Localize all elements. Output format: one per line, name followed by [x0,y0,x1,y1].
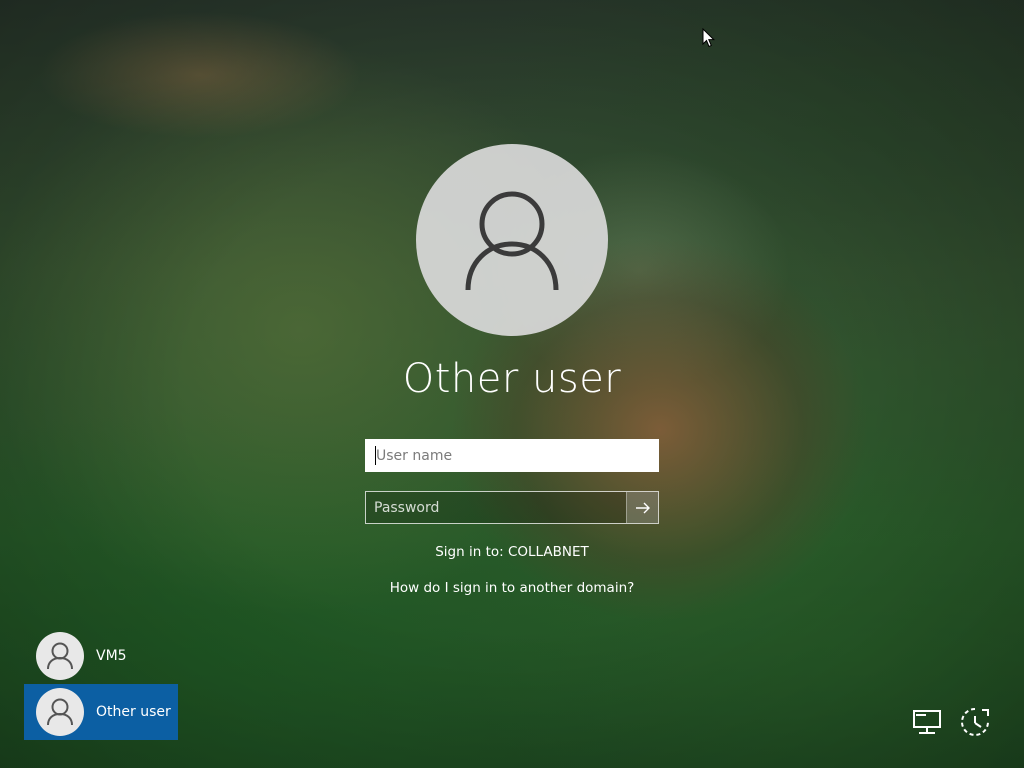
user-item-name: VM5 [96,648,127,664]
arrow-right-icon [635,502,650,513]
user-icon [47,698,73,726]
user-avatar-small [36,632,84,680]
password-input[interactable] [366,492,628,523]
user-avatar-small [36,688,84,736]
user-item-other-user[interactable]: Other user [24,684,178,740]
text-caret [375,446,376,465]
mouse-pointer-icon [702,27,716,48]
user-item-name: Other user [96,704,171,720]
user-icon [47,642,73,670]
user-avatar-icon [465,191,559,291]
domain-help-link[interactable]: How do I sign in to another domain? [312,580,712,596]
sign-in-domain-text: Sign in to: COLLABNET [435,544,589,560]
ease-of-access-icon[interactable] [958,706,992,738]
user-item-vm5[interactable]: VM5 [24,628,178,684]
submit-button[interactable] [626,492,658,523]
username-input[interactable] [365,439,659,472]
network-icon[interactable] [912,708,944,736]
user-title: Other user [402,356,622,402]
password-field-wrapper [365,491,659,524]
user-list: VM5 Other user [24,628,178,740]
user-avatar [416,144,608,336]
